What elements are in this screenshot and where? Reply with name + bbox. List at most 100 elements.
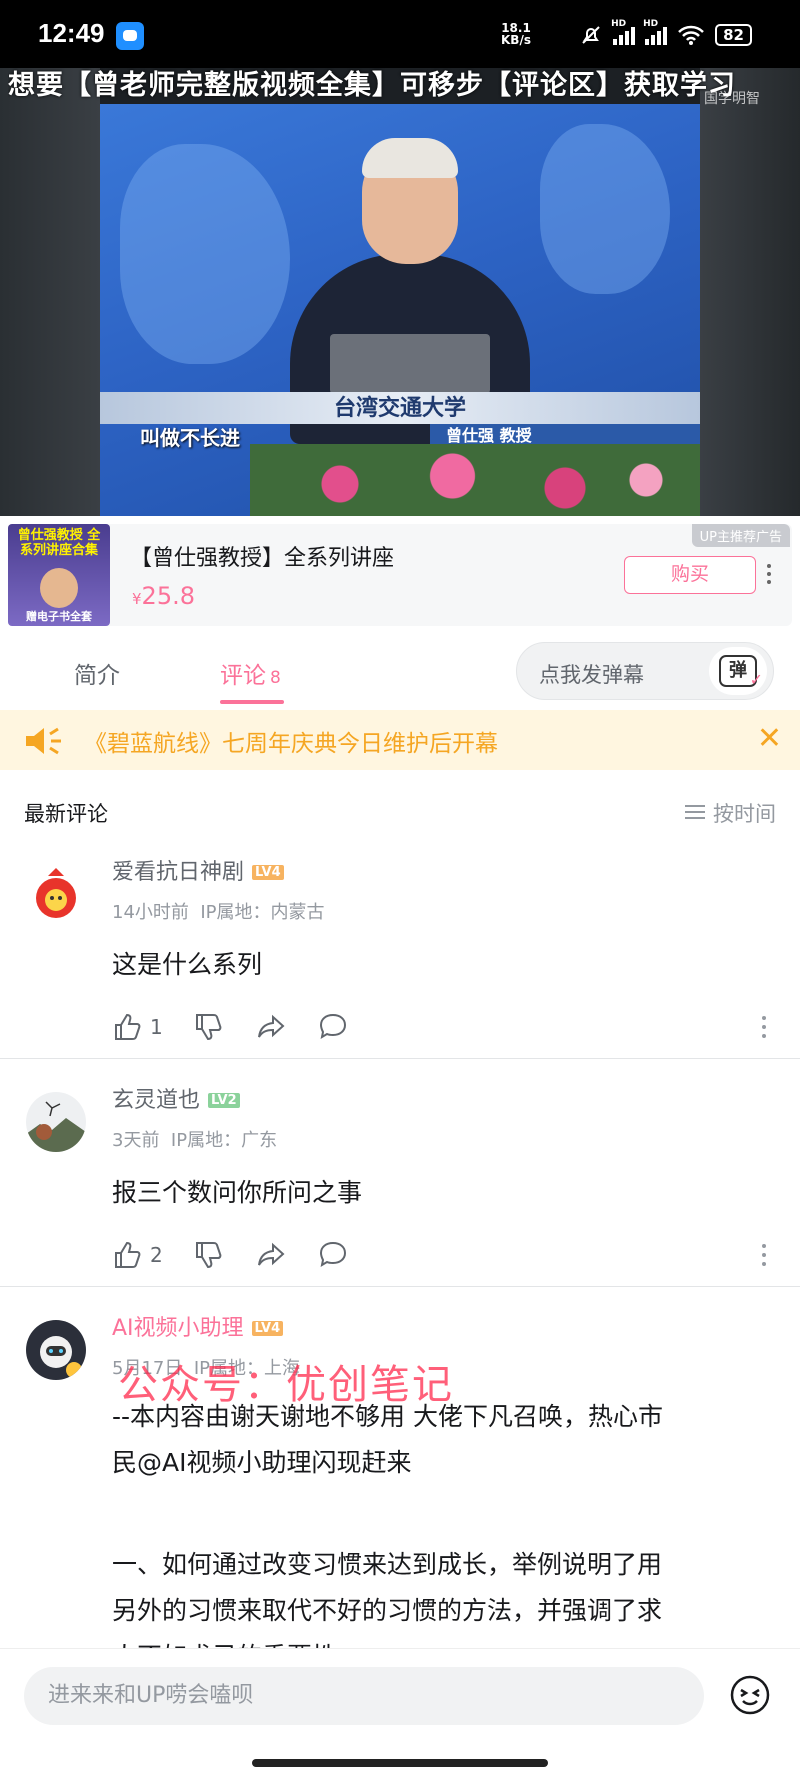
product-thumb-bottom: 赠电子书全套 [26,610,92,623]
signal-label-1: HD [611,19,627,29]
comment-item: 玄灵道也 LV2 3天前 IP属地：广东 报三个数问你所问之事 2 [0,1074,800,1287]
overlay-watermark: 公众号：优创笔记 [118,1362,454,1408]
comment-bubble-icon [319,1241,346,1268]
comment-divider [0,1286,800,1287]
product-more-icon[interactable] [766,564,772,588]
tab-comments-count: 8 [270,668,281,688]
comment-divider [0,1058,800,1059]
tab-comments[interactable]: 评论 8 [220,656,281,690]
status-bar: 12:49 18.1 KB/s HD HD 82 [0,0,800,68]
avatar-cartoon-icon [26,864,86,924]
mute-bell-icon [582,26,600,44]
comment-bubble-icon [319,1013,346,1040]
avatar[interactable] [26,1092,86,1152]
username-text: 爱看抗日神剧 [112,860,245,885]
price-symbol: ¥ [132,590,142,608]
signal-label-2: HD [643,19,659,29]
comments-header: 最新评论 按时间 [0,770,800,854]
danmaku-toggle-button[interactable]: 弹 [709,647,767,695]
tab-active-indicator [220,700,284,704]
tab-intro[interactable]: 简介 [74,656,120,690]
lecturer-laptop [330,334,490,394]
signal-strength-icon-1: HD [611,19,636,45]
status-time: 12:49 [38,18,105,48]
ad-tag: UP主推荐广告 [691,524,790,547]
reply-button[interactable] [317,1239,349,1271]
video-frame: 台湾交通大学 曾仕强 教授 叫做不长进 [100,104,700,516]
danmaku-placeholder: 点我发弹幕 [539,663,644,687]
battery-icon: 82 [715,24,752,46]
comment-username[interactable]: AI视频小助理 LV4 [112,1310,284,1342]
notice-text[interactable]: 《碧蓝航线》七周年庆典今日维护后开幕 [84,724,498,758]
comment-text: --本内容由谢天谢地不够用 大佬下凡召唤，热心市 民@AI视频小助理闪现赶来 一… [112,1394,762,1648]
video-backdrop-right [700,68,800,516]
share-button[interactable] [255,1239,287,1271]
video-subtitle: 叫做不长进 [140,426,240,450]
dislike-button[interactable] [193,1239,225,1271]
app-notification-icon [116,22,144,50]
product-title[interactable]: 【曾仕强教授】全系列讲座 [130,540,394,572]
danmaku-input[interactable]: 点我发弹幕 弹 [516,642,774,700]
bottom-reply-bar: 进来来和UP唠会嗑呗 [0,1648,800,1778]
thumbs-down-icon [195,1242,222,1269]
danmaku-icon: 弹 [719,655,763,693]
sort-button[interactable]: 按时间 [685,798,776,828]
tab-bar: 简介 评论 8 点我发弹幕 弹 [0,634,800,708]
video-ad-banner: 想要【曾老师完整版视频全集】可移步【评论区】获取学习 [8,70,736,101]
speaker-icon [26,727,61,755]
avatar[interactable] [26,864,86,924]
tab-comments-label: 评论 [220,663,266,689]
product-thumb-title: 曾仕强教授 全系列讲座合集 [17,528,101,558]
comment-text: 这是什么系列 [112,950,263,979]
dislike-button[interactable] [193,1011,225,1043]
comments-section-title: 最新评论 [24,802,108,826]
comment-actions: 2 [112,1238,379,1272]
like-count: 1 [150,1015,163,1039]
comment-line: 人不如求己的重要性 [112,1634,762,1648]
reply-input[interactable]: 进来来和UP唠会嗑呗 [24,1667,704,1725]
stage-banner: 台湾交通大学 [100,392,700,424]
comment-meta: 14小时前 IP属地：内蒙古 [112,898,325,924]
like-button[interactable]: 2 [112,1239,163,1271]
map-continent-1 [120,144,290,364]
reply-button[interactable] [317,1011,349,1043]
wifi-icon [678,25,705,45]
notice-bar[interactable]: 《碧蓝航线》七周年庆典今日维护后开幕 ✕ [0,710,800,770]
map-continent-2 [540,124,670,294]
product-ad-card[interactable]: 曾仕强教授 全系列讲座合集 赠电子书全套 【曾仕强教授】全系列讲座 ¥25.8 … [8,524,792,626]
close-icon[interactable]: ✕ [757,724,782,754]
comment-time: 3天前 [112,1130,160,1151]
buy-button[interactable]: 购买 [624,556,756,594]
product-thumb-portrait [40,568,78,608]
username-text: AI视频小助理 [112,1316,244,1341]
comment-line: 民@AI视频小助理闪现赶来 [112,1448,412,1477]
comment-location: IP属地：广东 [170,1130,278,1151]
like-count: 2 [150,1243,163,1267]
comment-location: IP属地：内蒙古 [200,902,325,923]
comment-text: 报三个数问你所问之事 [112,1178,363,1207]
like-button[interactable]: 1 [112,1011,163,1043]
share-icon [257,1242,285,1266]
comment-more-icon[interactable] [762,1016,766,1043]
comment-username[interactable]: 爱看抗日神剧 LV4 [112,854,284,886]
price-value: 25.8 [141,582,195,610]
comment-line: 另外的习惯来取代不好的习惯的方法，并强调了求 [112,1596,663,1625]
share-icon [257,1014,285,1038]
comment-more-icon[interactable] [762,1244,766,1271]
avatar[interactable] [26,1320,86,1380]
signal-strength-icon-2: HD [643,19,668,45]
video-watermark: 国学明智 [704,91,760,107]
video-player[interactable]: 台湾交通大学 曾仕强 教授 叫做不长进 想要【曾老师完整版视频全集】可移步【评论… [0,68,800,516]
product-thumbnail[interactable]: 曾仕强教授 全系列讲座合集 赠电子书全套 [8,524,110,626]
comment-username[interactable]: 玄灵道也 LV2 [112,1082,240,1114]
thumbs-up-icon [115,1013,141,1040]
home-indicator[interactable] [252,1759,548,1767]
thumbs-up-icon [115,1241,141,1268]
comment-line: 一、如何通过改变习惯来达到成长，举例说明了用 [112,1550,663,1579]
level-badge: LV2 [208,1093,240,1108]
lecturer-hair [362,138,458,178]
comment-line [112,1486,762,1532]
emoji-icon[interactable] [728,1673,772,1717]
sort-icon [685,805,705,819]
share-button[interactable] [255,1011,287,1043]
